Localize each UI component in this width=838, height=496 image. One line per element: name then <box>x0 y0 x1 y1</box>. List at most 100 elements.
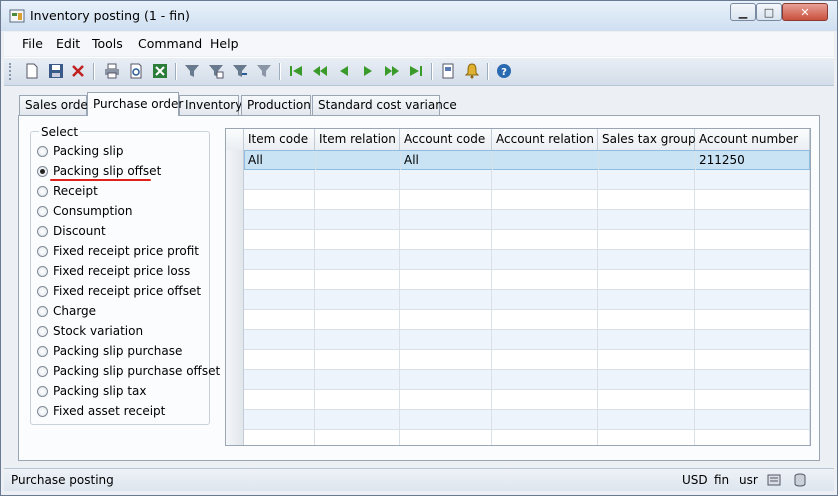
table-cell[interactable] <box>493 151 599 170</box>
table-cell[interactable] <box>244 430 315 445</box>
table-cell[interactable] <box>244 370 315 389</box>
table-cell[interactable] <box>492 210 598 229</box>
radio-option-consumption[interactable]: Consumption <box>37 202 132 220</box>
radio-button[interactable] <box>37 385 48 397</box>
radio-option-packing-slip-purchase-offset[interactable]: Packing slip purchase offset <box>37 362 220 380</box>
table-cell[interactable] <box>492 230 598 249</box>
table-cell[interactable] <box>244 410 315 429</box>
table-cell[interactable] <box>315 350 400 369</box>
table-cell[interactable] <box>695 430 810 445</box>
document-handling-button[interactable] <box>439 62 457 80</box>
table-row[interactable] <box>244 190 810 210</box>
table-cell[interactable] <box>695 330 810 349</box>
table-cell[interactable] <box>492 250 598 269</box>
table-cell[interactable] <box>598 250 695 269</box>
table-cell[interactable] <box>492 410 598 429</box>
menu-edit[interactable]: Edit <box>56 36 80 51</box>
table-cell[interactable] <box>315 170 400 189</box>
radio-button[interactable] <box>37 265 48 277</box>
table-cell[interactable] <box>492 270 598 289</box>
column-header-item-code[interactable]: Item code <box>244 129 315 150</box>
first-record-button[interactable] <box>287 62 305 80</box>
column-header-item-relation[interactable]: Item relation <box>315 129 400 150</box>
table-row[interactable] <box>244 170 810 190</box>
table-cell[interactable] <box>695 410 810 429</box>
radio-button[interactable] <box>37 285 48 297</box>
table-cell[interactable] <box>598 210 695 229</box>
table-cell[interactable] <box>492 310 598 329</box>
table-cell[interactable] <box>244 170 315 189</box>
table-cell[interactable] <box>400 190 492 209</box>
radio-button[interactable] <box>37 305 48 317</box>
table-cell[interactable] <box>598 230 695 249</box>
table-cell[interactable] <box>695 170 810 189</box>
next-page-button[interactable] <box>383 62 401 80</box>
table-row[interactable]: All All 211250 <box>244 150 810 170</box>
help-button[interactable]: ? <box>495 62 513 80</box>
table-cell[interactable] <box>598 270 695 289</box>
radio-option-packing-slip-offset[interactable]: Packing slip offset <box>37 162 161 180</box>
radio-option-fixed-receipt-price-profit[interactable]: Fixed receipt price profit <box>37 242 199 260</box>
filter-by-selection-button[interactable] <box>183 62 201 80</box>
alerts-button[interactable] <box>463 62 481 80</box>
table-cell[interactable] <box>400 270 492 289</box>
table-cell[interactable] <box>315 250 400 269</box>
table-cell[interactable] <box>316 151 401 170</box>
save-button[interactable] <box>47 62 65 80</box>
status-currency[interactable]: USD <box>682 473 708 487</box>
table-cell[interactable] <box>400 290 492 309</box>
menu-file[interactable]: File <box>22 36 43 51</box>
table-cell[interactable]: 211250 <box>696 151 810 170</box>
table-cell[interactable] <box>400 390 492 409</box>
table-cell[interactable] <box>598 350 695 369</box>
table-cell[interactable] <box>695 390 810 409</box>
radio-button[interactable] <box>37 345 48 357</box>
table-cell[interactable] <box>244 270 315 289</box>
radio-button[interactable] <box>37 245 48 257</box>
radio-button[interactable] <box>37 225 48 237</box>
previous-page-button[interactable] <box>311 62 329 80</box>
table-cell[interactable] <box>492 390 598 409</box>
table-cell[interactable] <box>315 210 400 229</box>
column-header-sales-tax-group[interactable]: Sales tax group <box>598 129 696 150</box>
table-cell[interactable] <box>400 350 492 369</box>
table-cell[interactable] <box>492 430 598 445</box>
toolbar-grip[interactable] <box>9 63 14 80</box>
table-cell[interactable] <box>695 210 810 229</box>
radio-option-receipt[interactable]: Receipt <box>37 182 98 200</box>
table-cell[interactable] <box>492 350 598 369</box>
radio-button[interactable] <box>37 185 48 197</box>
close-button[interactable]: ✕ <box>782 3 828 21</box>
table-cell[interactable] <box>598 390 695 409</box>
table-cell[interactable] <box>315 330 400 349</box>
table-row[interactable] <box>244 430 810 445</box>
table-cell[interactable] <box>315 410 400 429</box>
advanced-filter-button[interactable] <box>231 62 249 80</box>
previous-record-button[interactable] <box>335 62 353 80</box>
table-cell[interactable] <box>598 370 695 389</box>
table-cell[interactable] <box>400 330 492 349</box>
table-cell[interactable] <box>598 430 695 445</box>
status-company[interactable]: fin <box>714 473 729 487</box>
radio-option-packing-slip-tax[interactable]: Packing slip tax <box>37 382 146 400</box>
table-cell[interactable] <box>695 270 810 289</box>
table-row[interactable] <box>244 390 810 410</box>
table-cell[interactable] <box>400 250 492 269</box>
column-header-account-code[interactable]: Account code <box>400 129 492 150</box>
table-cell[interactable] <box>492 370 598 389</box>
table-cell[interactable] <box>695 250 810 269</box>
table-row[interactable] <box>244 210 810 230</box>
table-cell[interactable] <box>244 330 315 349</box>
table-cell[interactable] <box>315 230 400 249</box>
tab-production[interactable]: Production <box>241 95 311 115</box>
table-cell[interactable] <box>598 410 695 429</box>
tab-purchase-order[interactable]: Purchase order <box>87 92 183 116</box>
table-cell[interactable] <box>695 290 810 309</box>
table-cell[interactable] <box>400 170 492 189</box>
radio-button[interactable] <box>37 205 48 217</box>
table-cell[interactable] <box>315 430 400 445</box>
table-cell[interactable] <box>315 270 400 289</box>
table-cell[interactable] <box>244 190 315 209</box>
table-cell[interactable] <box>315 370 400 389</box>
table-cell[interactable] <box>695 190 810 209</box>
